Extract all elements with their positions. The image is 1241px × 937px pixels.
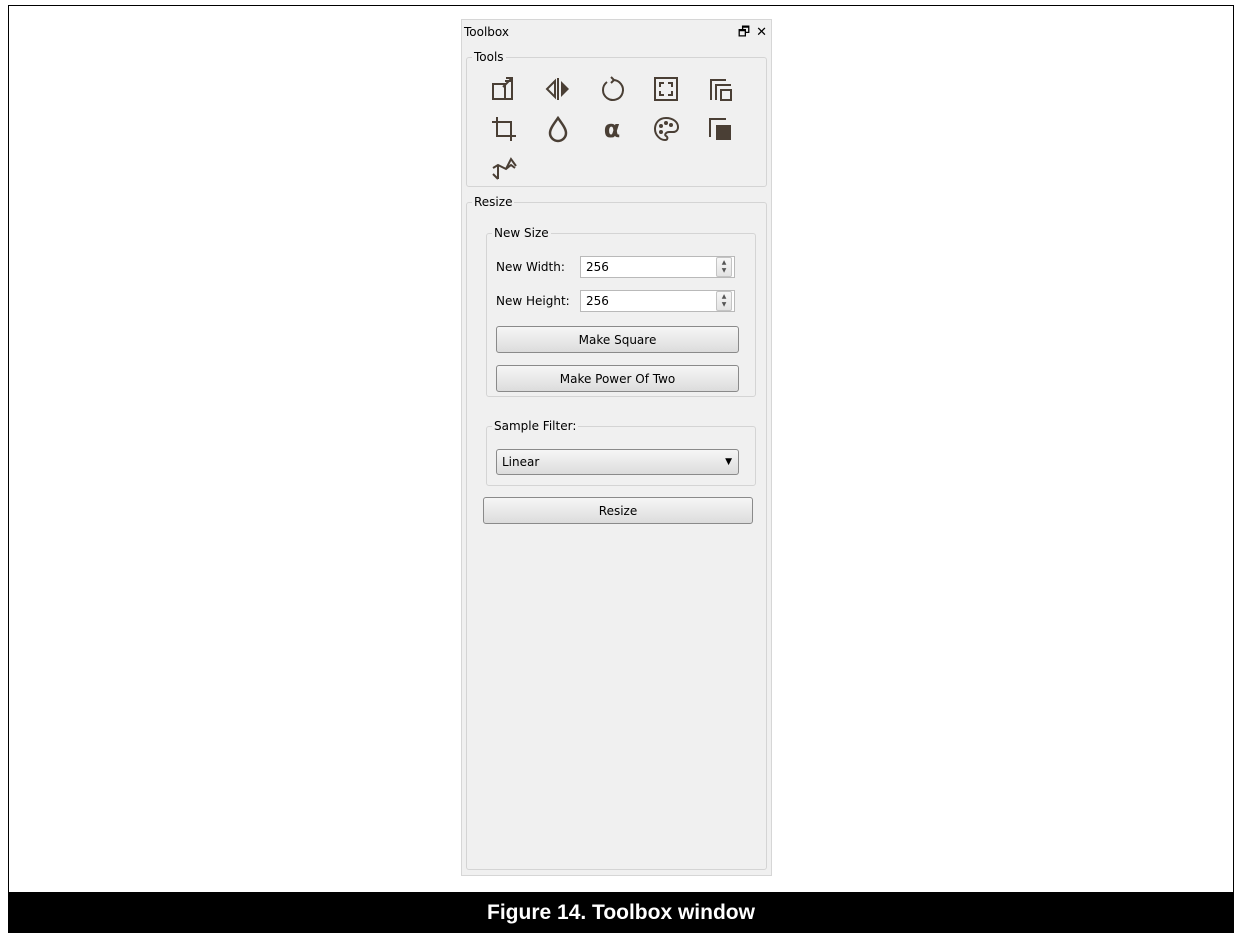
chevron-down-icon: ▼ [725, 457, 732, 467]
figure-caption: Figure 14. Toolbox window [8, 892, 1234, 933]
height-value[interactable]: 256 [581, 294, 609, 308]
height-spinbox[interactable]: 256 ▲ ▼ [580, 290, 735, 312]
width-stepper[interactable]: ▲ ▼ [716, 257, 732, 277]
palette-icon[interactable] [649, 112, 683, 146]
height-stepper[interactable]: ▲ ▼ [716, 291, 732, 311]
tools-group: Tools α [466, 50, 767, 187]
panel-title: Toolbox [464, 25, 509, 39]
crop-icon[interactable] [487, 112, 521, 146]
new-size-group: New Size New Width: 256 ▲ ▼ New Height: 2… [486, 226, 756, 397]
close-icon[interactable]: ✕ [756, 26, 767, 39]
width-row: New Width: 256 ▲ ▼ [496, 256, 735, 278]
toolbox-titlebar: Toolbox 🗗 ✕ [462, 20, 771, 44]
copy-icon[interactable] [703, 72, 737, 106]
width-value[interactable]: 256 [581, 260, 609, 274]
tools-group-label: Tools [472, 50, 506, 64]
height-row: New Height: 256 ▲ ▼ [496, 290, 735, 312]
resize-group-label: Resize [472, 195, 515, 209]
alpha-icon[interactable]: α [595, 112, 629, 146]
flip-icon[interactable] [541, 72, 575, 106]
make-power-of-two-button[interactable]: Make Power Of Two [496, 365, 739, 392]
sample-filter-select[interactable]: Linear ▼ [496, 449, 739, 475]
sample-filter-group: Sample Filter: Linear ▼ [486, 419, 756, 486]
sample-filter-value: Linear [502, 455, 540, 469]
new-size-label: New Size [492, 226, 551, 240]
fit-icon[interactable] [649, 72, 683, 106]
drop-icon[interactable] [541, 112, 575, 146]
make-square-button[interactable]: Make Square [496, 326, 739, 353]
stamp-icon[interactable] [487, 152, 521, 186]
rotate-icon[interactable] [595, 72, 629, 106]
resize-group: Resize New Size New Width: 256 ▲ ▼ New He… [466, 195, 767, 870]
width-label: New Width: [496, 260, 565, 274]
resize-icon[interactable] [487, 72, 521, 106]
width-spinbox[interactable]: 256 ▲ ▼ [580, 256, 735, 278]
resize-button[interactable]: Resize [483, 497, 753, 524]
layers-icon[interactable] [703, 112, 737, 146]
float-icon[interactable]: 🗗 [738, 26, 750, 39]
toolbox-panel: Toolbox 🗗 ✕ Tools α Resize New Size New … [461, 19, 772, 876]
svg-text:α: α [604, 115, 621, 143]
sample-filter-label: Sample Filter: [492, 419, 579, 433]
height-label: New Height: [496, 294, 570, 308]
